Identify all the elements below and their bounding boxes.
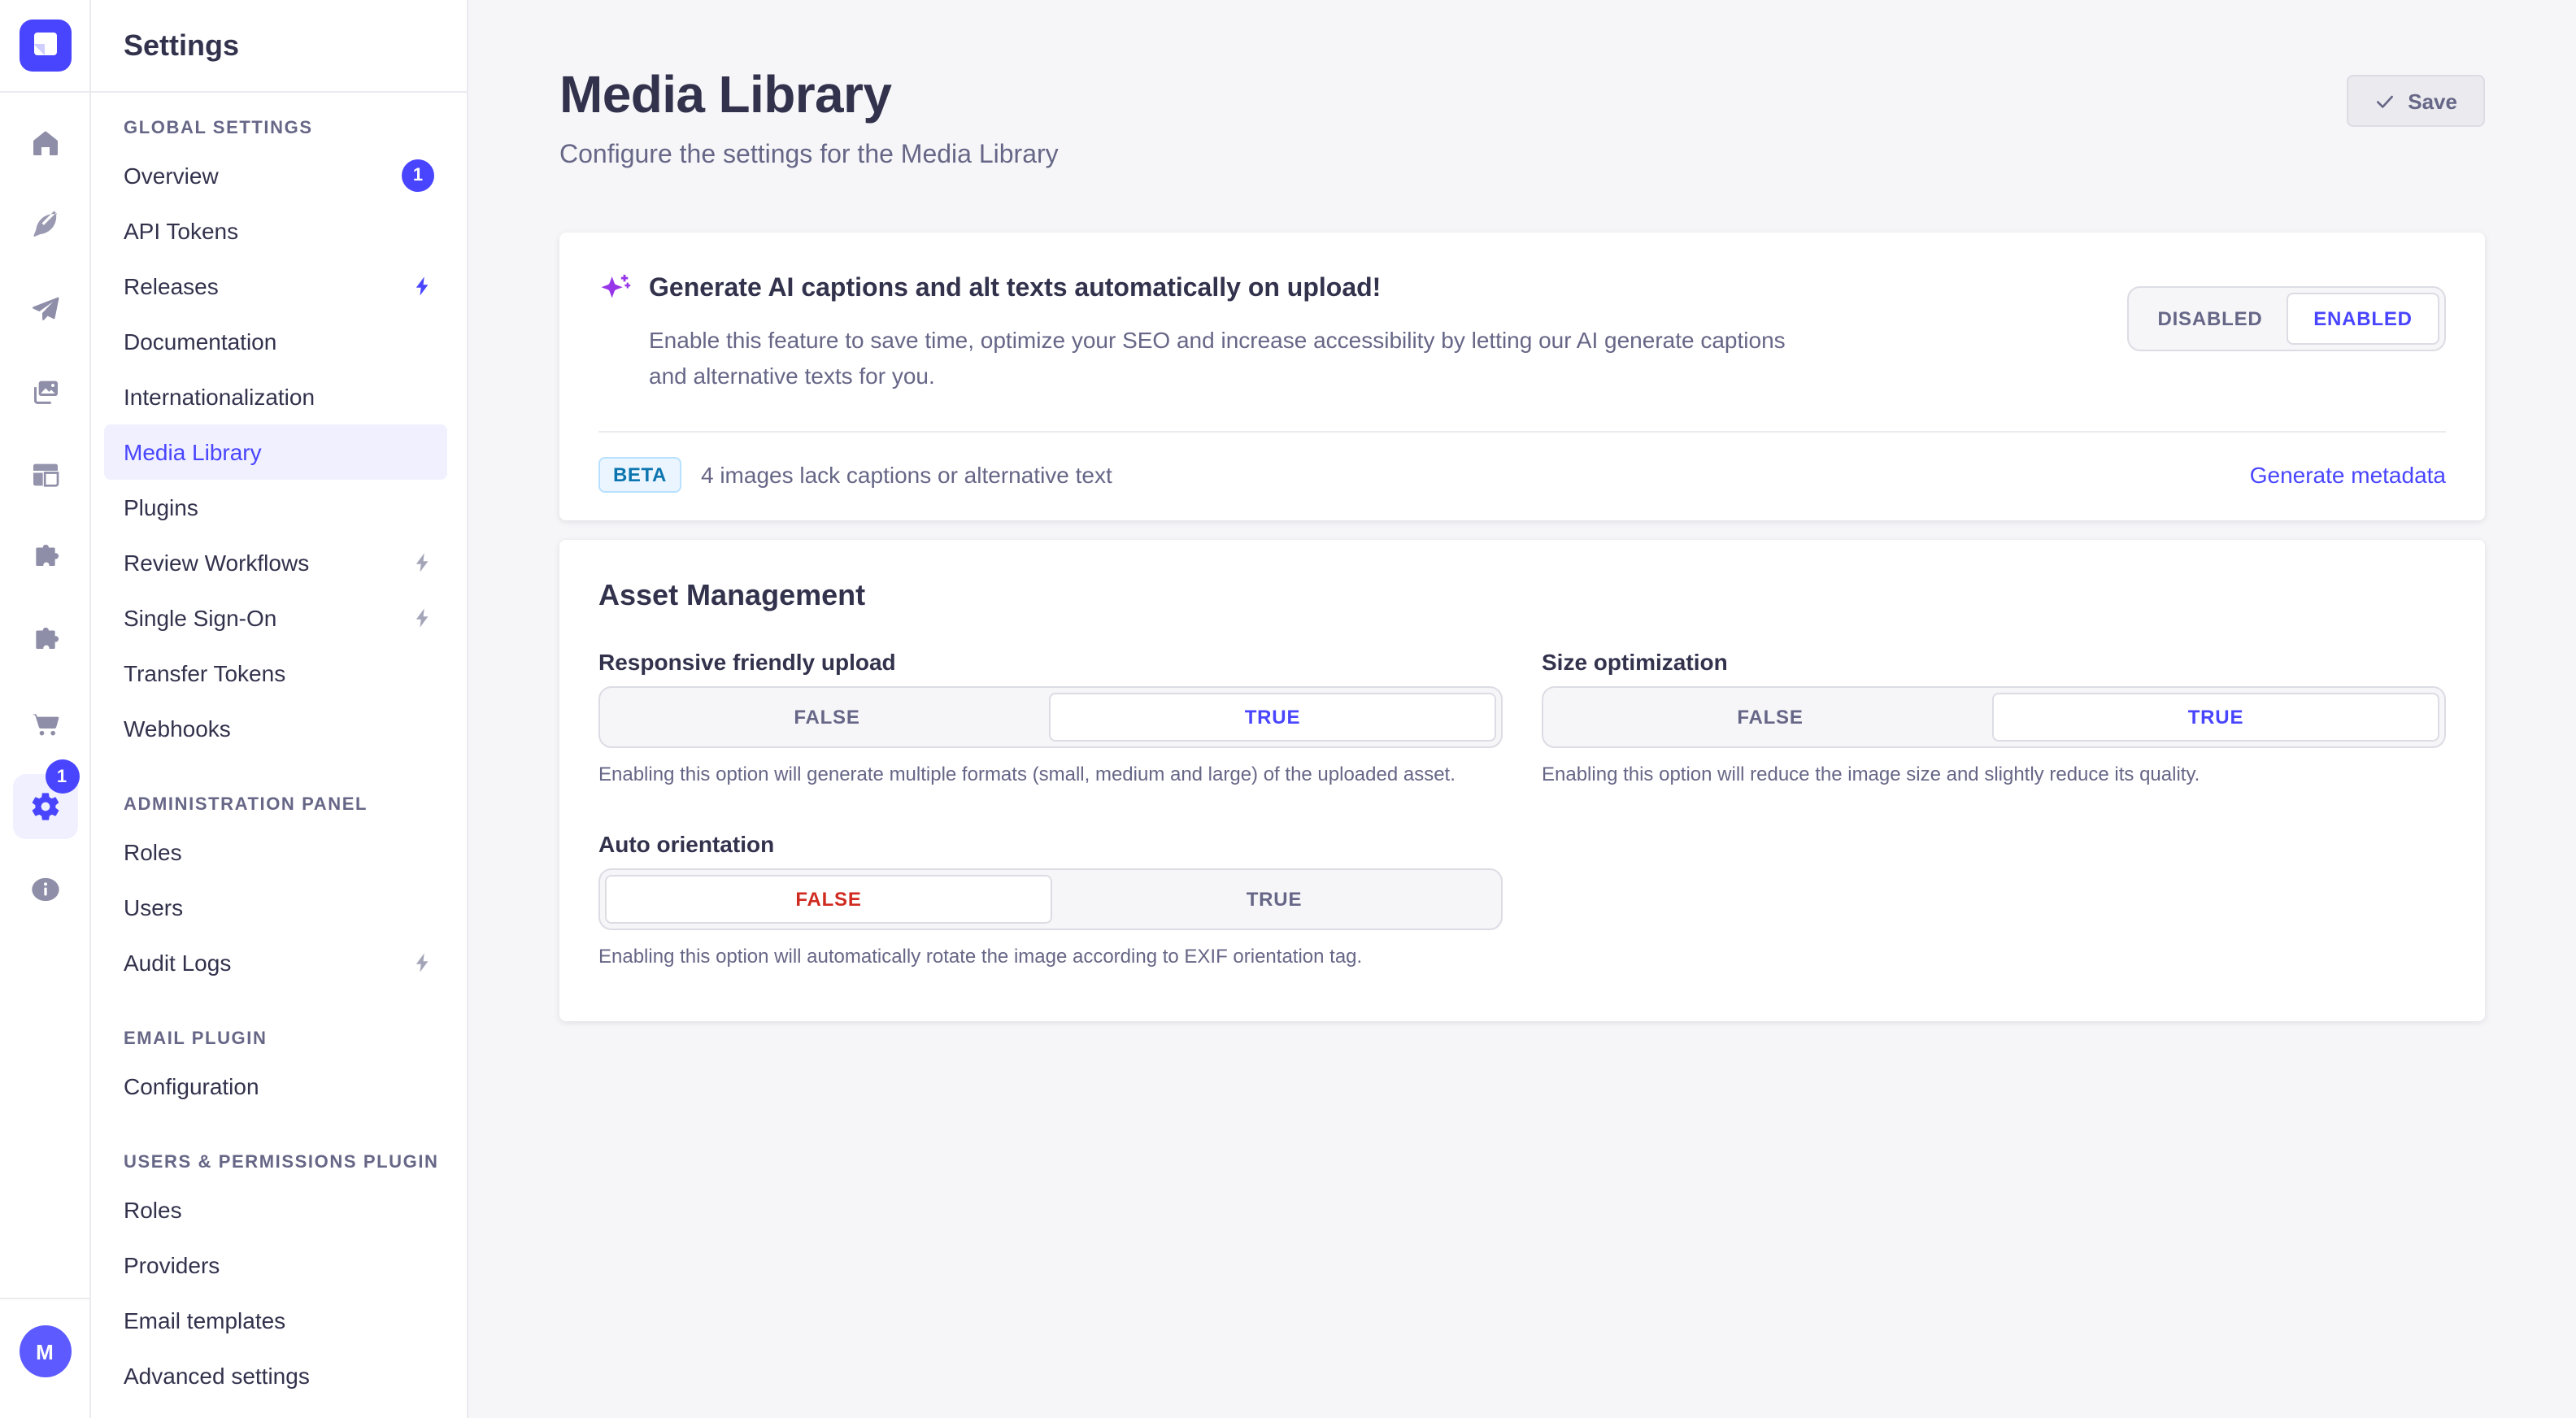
sidebar-item-internationalization[interactable]: Internationalization [104, 369, 447, 424]
ai-captions-card: Generate AI captions and alt texts autom… [559, 233, 2485, 520]
field-size-optimization: Size optimization FALSE TRUE Enabling th… [1542, 649, 2446, 789]
nav-section-users-permissions: Users & Permissions plugin Roles Provide… [104, 1153, 447, 1403]
content-builder-icon[interactable] [19, 200, 71, 252]
asset-management-card: Asset Management Responsive friendly upl… [559, 540, 2485, 1021]
asset-management-title: Asset Management [598, 579, 2446, 613]
plugin-icon[interactable] [19, 532, 71, 584]
nav-section-global-settings: Global Settings Overview 1 API Tokens Re… [104, 119, 447, 756]
sidebar-item-single-sign-on[interactable]: Single Sign-On [104, 590, 447, 646]
info-icon[interactable] [19, 863, 71, 916]
overview-count-badge: 1 [402, 159, 434, 192]
sidebar-item-up-roles[interactable]: Roles [104, 1182, 447, 1237]
app-window: 1 M Settings Global Settings Overview 1 [0, 0, 2576, 1418]
sidebar-item-transfer-tokens[interactable]: Transfer Tokens [104, 646, 447, 701]
ai-enabled-toggle: DISABLED ENABLED [2127, 286, 2446, 351]
nav-section-header: Administration Panel [104, 795, 447, 824]
sidebar-item-webhooks[interactable]: Webhooks [104, 701, 447, 756]
lightning-icon [411, 951, 434, 974]
size-optimization-true-option[interactable]: TRUE [1992, 693, 2439, 742]
main-nav-rail: 1 M [0, 0, 91, 1418]
field-description: Enabling this option will generate multi… [598, 759, 1477, 789]
lightning-icon [411, 607, 434, 629]
sidebar-item-documentation[interactable]: Documentation [104, 314, 447, 369]
ai-toggle-enabled-option[interactable]: ENABLED [2287, 293, 2439, 345]
auto-orientation-true-option[interactable]: TRUE [1052, 876, 1496, 924]
sidebar-item-advanced-settings[interactable]: Advanced settings [104, 1348, 447, 1403]
field-description: Enabling this option will automatically … [598, 942, 1477, 972]
sidebar-item-audit-logs[interactable]: Audit Logs [104, 935, 447, 990]
ai-status-text: 4 images lack captions or alternative te… [701, 462, 1112, 488]
sidebar-item-providers[interactable]: Providers [104, 1237, 447, 1293]
sidebar-item-overview[interactable]: Overview 1 [104, 148, 447, 203]
content-manager-icon[interactable] [19, 449, 71, 501]
releases-icon[interactable] [19, 283, 71, 335]
settings-icon[interactable]: 1 [12, 774, 77, 839]
beta-badge: BETA [598, 457, 681, 493]
sidebar-item-media-library[interactable]: Media Library [104, 424, 447, 480]
lightning-icon [411, 275, 434, 298]
workspace-logo-area[interactable] [0, 0, 89, 93]
user-avatar[interactable]: M [19, 1325, 71, 1377]
sparkle-icon [598, 272, 633, 306]
sidebar-title: Settings [124, 28, 239, 63]
save-button[interactable]: Save [2346, 75, 2485, 127]
settings-nav: Global Settings Overview 1 API Tokens Re… [91, 93, 467, 1418]
sidebar-item-configuration[interactable]: Configuration [104, 1059, 447, 1114]
responsive-upload-toggle: FALSE TRUE [598, 686, 1503, 748]
nav-section-header: Email Plugin [104, 1029, 447, 1059]
field-label: Responsive friendly upload [598, 649, 1503, 675]
page-title: Media Library [559, 65, 1059, 125]
sidebar-item-releases[interactable]: Releases [104, 259, 447, 314]
page-subtitle: Configure the settings for the Media Lib… [559, 141, 1059, 171]
sidebar-item-users[interactable]: Users [104, 880, 447, 935]
lightning-icon [411, 551, 434, 574]
sidebar-item-admin-roles[interactable]: Roles [104, 824, 447, 880]
home-icon[interactable] [19, 117, 71, 169]
ai-banner-title: Generate AI captions and alt texts autom… [649, 274, 1381, 303]
page-header: Media Library Configure the settings for… [559, 65, 2485, 171]
auto-orientation-false-option[interactable]: FALSE [605, 876, 1052, 924]
field-description: Enabling this option will reduce the ima… [1542, 759, 2420, 789]
size-optimization-toggle: FALSE TRUE [1542, 686, 2446, 748]
sidebar-item-email-templates[interactable]: Email templates [104, 1293, 447, 1348]
marketplace-icon[interactable] [19, 698, 71, 750]
responsive-upload-true-option[interactable]: TRUE [1049, 693, 1496, 742]
nav-section-header: Users & Permissions plugin [104, 1153, 447, 1182]
plugin-icon[interactable] [19, 615, 71, 667]
ai-banner-description: Enable this feature to save time, optimi… [649, 322, 1802, 395]
field-auto-orientation: Auto orientation FALSE TRUE Enabling thi… [598, 832, 1503, 972]
ai-toggle-disabled-option[interactable]: DISABLED [2134, 293, 2287, 345]
auto-orientation-toggle: FALSE TRUE [598, 869, 1503, 931]
responsive-upload-false-option[interactable]: FALSE [605, 693, 1049, 742]
strapi-logo [19, 20, 71, 72]
field-responsive-friendly-upload: Responsive friendly upload FALSE TRUE En… [598, 649, 1503, 789]
settings-sidebar: Settings Global Settings Overview 1 API … [91, 0, 468, 1418]
size-optimization-false-option[interactable]: FALSE [1548, 693, 1992, 742]
main-content: Media Library Configure the settings for… [468, 0, 2576, 1418]
media-library-icon[interactable] [19, 366, 71, 418]
check-icon [2374, 90, 2395, 111]
nav-section-email-plugin: Email Plugin Configuration [104, 1029, 447, 1114]
generate-metadata-link[interactable]: Generate metadata [2250, 462, 2446, 488]
field-label: Size optimization [1542, 649, 2446, 675]
sidebar-item-api-tokens[interactable]: API Tokens [104, 203, 447, 259]
field-label: Auto orientation [598, 832, 1503, 858]
sidebar-item-review-workflows[interactable]: Review Workflows [104, 535, 447, 590]
sidebar-item-plugins[interactable]: Plugins [104, 480, 447, 535]
nav-section-administration-panel: Administration Panel Roles Users Audit L… [104, 795, 447, 990]
settings-notification-badge: 1 [45, 759, 79, 794]
nav-section-header: Global Settings [104, 119, 447, 148]
